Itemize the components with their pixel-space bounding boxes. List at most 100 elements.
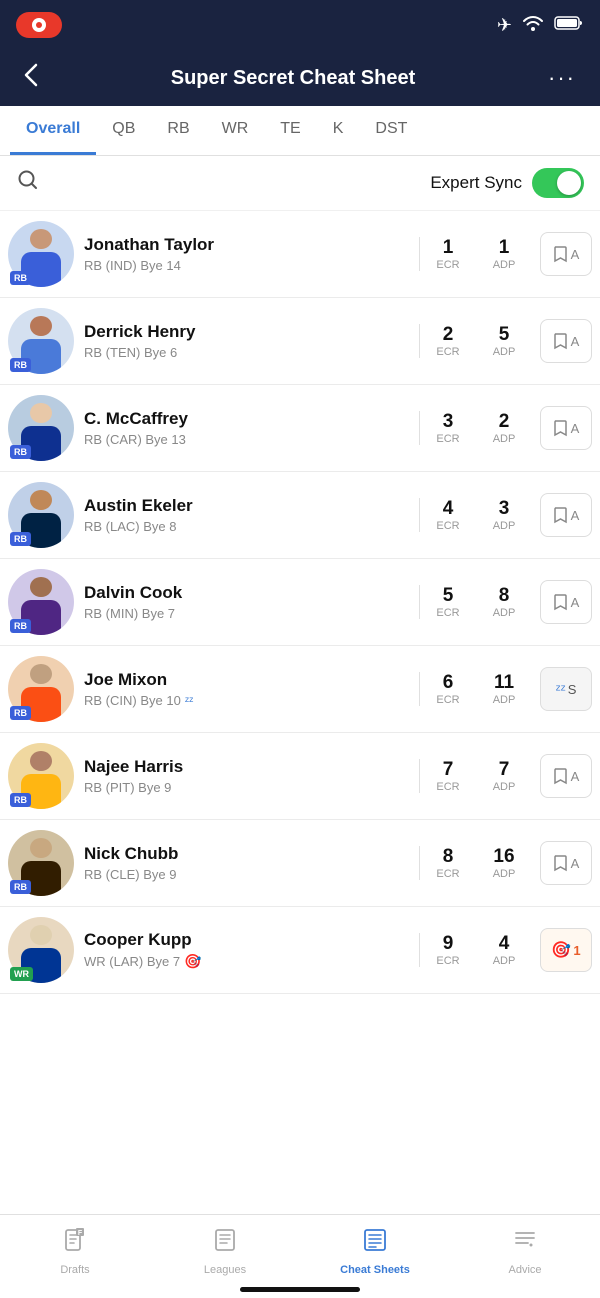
player-row[interactable]: RBJoe MixonRB (CIN) Bye 10 ᶻᶻ6ECR11ADPᶻᶻ… [0,646,600,733]
action-button[interactable]: A [540,580,592,624]
nav-item-cheatsheets[interactable]: Cheat Sheets [300,1225,450,1276]
wifi-icon [522,15,544,36]
action-button[interactable]: A [540,406,592,450]
ecr-value: 5 [428,585,468,607]
adp-label: ADP [484,259,524,271]
player-info: Jonathan TaylorRB (IND) Bye 14 [84,235,415,273]
leagues-icon [212,1227,238,1260]
position-badge: RB [10,271,31,285]
player-info: Austin Ekeler RB (LAC) Bye 8 [84,496,415,534]
home-indicator [240,1287,360,1292]
back-button[interactable] [16,55,46,102]
status-bar-left [16,12,62,38]
drafts-icon: F [62,1227,88,1260]
advice-icon [512,1227,538,1260]
action-button[interactable]: ᶻᶻ S [540,667,592,711]
player-row[interactable]: RBC. McCaffreyRB (CAR) Bye 133ECR2ADPA [0,385,600,472]
ecr-label: ECR [428,955,468,967]
adp-value: 7 [484,759,524,781]
adp-value: 4 [484,933,524,955]
player-avatar: RB [8,482,74,548]
search-icon[interactable] [16,168,40,198]
toggle-knob [557,171,581,195]
adp-label: ADP [484,694,524,706]
status-bar-right: ✈ [497,15,584,36]
player-details: RB (MIN) Bye 7 [84,606,407,621]
bottom-nav: F Drafts Leagues Cheat Sheets [0,1214,600,1298]
tab-te[interactable]: TE [264,106,316,155]
action-button[interactable]: A [540,841,592,885]
player-info: Cooper Kupp WR (LAR) Bye 7 🎯 [84,930,415,970]
player-avatar: RB [8,395,74,461]
player-row[interactable]: WRCooper KuppWR (LAR) Bye 7 🎯9ECR4ADP🎯1 [0,907,600,994]
ecr-value: 9 [428,933,468,955]
player-row[interactable]: RB Austin Ekeler RB (LAC) Bye 8 4ECR 3ADP A [0,472,600,559]
player-stats: 8ECR16ADP [419,846,532,880]
position-badge: RB [10,358,31,372]
player-details: RB (LAC) Bye 8 [84,519,407,534]
adp-value: 2 [484,411,524,433]
ecr-value: 3 [428,411,468,433]
search-sync-row: Expert Sync [0,156,600,211]
tab-qb[interactable]: QB [96,106,151,155]
player-stats: 7ECR7ADP [419,759,532,793]
player-row[interactable]: RBNajee HarrisRB (PIT) Bye 97ECR7ADPA [0,733,600,820]
adp-label: ADP [484,346,524,358]
adp-label: ADP [484,955,524,967]
player-row[interactable]: RBDerrick HenryRB (TEN) Bye 62ECR5ADPA [0,298,600,385]
record-button[interactable] [16,12,62,38]
nav-item-drafts[interactable]: F Drafts [0,1225,150,1276]
expert-sync-group: Expert Sync [430,168,584,198]
adp-label: ADP [484,868,524,880]
ecr-label: ECR [428,694,468,706]
more-options-button[interactable]: ··· [540,57,584,99]
player-name: Najee Harris [84,757,407,777]
player-name: Austin Ekeler [84,496,407,516]
action-button[interactable]: A [540,754,592,798]
adp-label: ADP [484,433,524,445]
player-stats: 3ECR 2ADP [419,411,532,445]
ecr-value: 6 [428,672,468,694]
player-row[interactable]: RBDalvin CookRB (MIN) Bye 75ECR8ADPA [0,559,600,646]
nav-label-cheatsheets: Cheat Sheets [340,1264,410,1276]
action-button[interactable]: A [540,232,592,276]
ecr-value: 7 [428,759,468,781]
ecr-label: ECR [428,433,468,445]
page-title: Super Secret Cheat Sheet [46,67,540,90]
player-avatar: RB [8,308,74,374]
nav-item-advice[interactable]: Advice [450,1225,600,1276]
player-name: Cooper Kupp [84,930,407,950]
action-button[interactable]: A [540,319,592,363]
player-row[interactable]: RBNick ChubbRB (CLE) Bye 98ECR16ADPA [0,820,600,907]
ecr-value: 1 [428,237,468,259]
ecr-label: ECR [428,346,468,358]
tab-k[interactable]: K [317,106,360,155]
action-button[interactable]: A [540,493,592,537]
tab-dst[interactable]: DST [359,106,423,155]
tab-rb[interactable]: RB [151,106,205,155]
ecr-value: 4 [428,498,468,520]
ecr-value: 8 [428,846,468,868]
adp-value: 3 [484,498,524,520]
ecr-label: ECR [428,520,468,532]
header: Super Secret Cheat Sheet ··· [0,50,600,106]
nav-label-drafts: Drafts [60,1264,89,1276]
ecr-label: ECR [428,607,468,619]
tab-overall[interactable]: Overall [10,106,96,155]
player-details: RB (IND) Bye 14 [84,258,407,273]
player-name: C. McCaffrey [84,409,407,429]
action-button[interactable]: 🎯1 [540,928,592,972]
nav-item-leagues[interactable]: Leagues [150,1225,300,1276]
expert-sync-toggle[interactable] [532,168,584,198]
player-details: WR (LAR) Bye 7 🎯 [84,953,407,970]
player-avatar: RB [8,221,74,287]
ecr-label: ECR [428,868,468,880]
position-badge: RB [10,619,31,633]
tab-wr[interactable]: WR [206,106,265,155]
player-list: RBJonathan TaylorRB (IND) Bye 141ECR1ADP… [0,211,600,994]
battery-icon [554,15,584,36]
player-name: Derrick Henry [84,322,407,342]
position-badge: RB [10,532,31,546]
adp-label: ADP [484,520,524,532]
player-row[interactable]: RBJonathan TaylorRB (IND) Bye 141ECR1ADP… [0,211,600,298]
